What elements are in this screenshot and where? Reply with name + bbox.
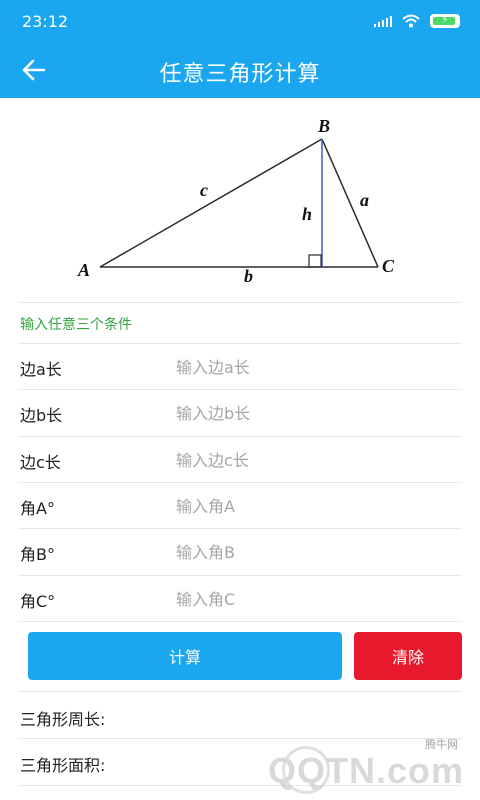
status-bar: 23:12 ⚡ — [0, 0, 480, 42]
right-angle-mark — [308, 254, 322, 268]
field-label: 角A° — [20, 499, 55, 518]
battery-icon: ⚡ — [430, 14, 460, 28]
field-side-b: 边b长 — [0, 390, 480, 436]
field-label: 角C° — [20, 592, 56, 611]
signal-icon — [374, 15, 392, 27]
side-b-input[interactable] — [176, 398, 456, 428]
app-bar: 任意三角形计算 — [0, 42, 480, 98]
side-a-label: a — [360, 190, 369, 210]
clear-button[interactable]: 清除 — [354, 632, 462, 680]
angle-b-input[interactable] — [176, 537, 456, 567]
divider — [18, 691, 462, 692]
divider — [18, 302, 462, 303]
triangle-diagram: B A C c a b h — [77, 116, 395, 286]
field-label: 边a长 — [20, 360, 62, 379]
field-label: 角B° — [20, 545, 55, 564]
side-c-label: c — [200, 180, 208, 200]
angle-a-input[interactable] — [176, 491, 456, 521]
vertex-a-label: A — [77, 260, 90, 280]
field-label: 边c长 — [20, 453, 61, 472]
angle-c-input[interactable] — [176, 584, 456, 614]
page-title: 任意三角形计算 — [159, 62, 321, 87]
input-hint: 输入任意三个条件 — [20, 317, 132, 333]
field-angle-b: 角B° — [0, 529, 480, 575]
vertex-c-label: C — [382, 256, 395, 276]
status-time: 23:12 — [22, 12, 69, 31]
side-c-input[interactable] — [176, 445, 456, 475]
field-label: 边b长 — [20, 406, 63, 425]
field-side-a: 边a长 — [0, 344, 480, 390]
height-label: h — [302, 204, 312, 224]
status-icons: ⚡ — [374, 12, 460, 30]
vertex-b-label: B — [317, 116, 330, 136]
field-angle-a: 角A° — [0, 483, 480, 529]
side-a-line — [321, 138, 379, 268]
side-a-input[interactable] — [176, 352, 456, 382]
side-c-line — [99, 138, 323, 268]
area-label: 三角形面积: — [20, 756, 106, 775]
perimeter-label: 三角形周长: — [20, 710, 106, 729]
wifi-icon — [402, 14, 420, 28]
side-b-label: b — [244, 266, 253, 286]
watermark: 腾牛网 QQTN.com — [268, 736, 472, 796]
calculate-button[interactable]: 计算 — [28, 632, 342, 680]
field-angle-c: 角C° — [0, 576, 480, 622]
field-side-c: 边c长 — [0, 437, 480, 483]
divider — [18, 621, 462, 622]
watermark-big-text: QQTN.com — [267, 750, 464, 791]
